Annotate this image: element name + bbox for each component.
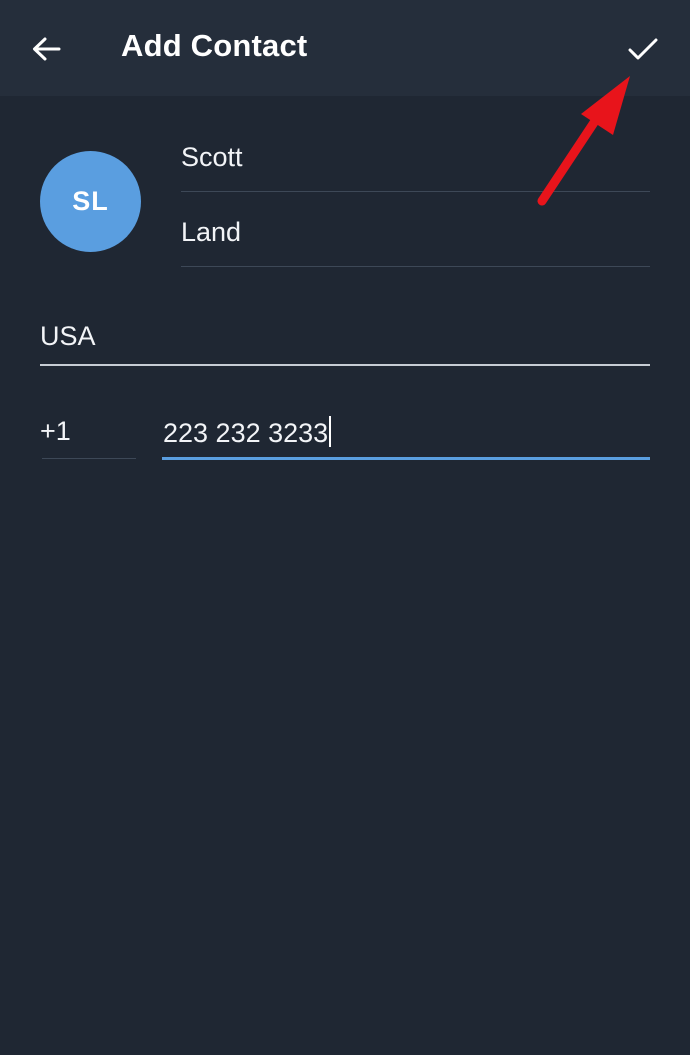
phone-number-underline — [162, 457, 650, 460]
checkmark-icon — [628, 38, 658, 60]
save-contact-button[interactable] — [614, 24, 672, 74]
last-name-value: Land — [181, 217, 242, 247]
first-name-underline — [181, 191, 650, 192]
country-underline — [40, 364, 650, 366]
add-contact-screen: Add Contact SL Scott Land USA +1 223 232… — [0, 0, 690, 1055]
country-code-underline — [42, 458, 136, 459]
back-button[interactable] — [18, 24, 74, 74]
last-name-underline — [181, 266, 650, 267]
phone-number-field[interactable]: 223 232 3233 — [162, 410, 650, 460]
phone-number-text: 223 232 3233 — [163, 416, 332, 449]
country-code-value: +1 — [40, 416, 71, 446]
top-app-bar: Add Contact — [0, 0, 690, 96]
text-cursor — [329, 416, 332, 447]
country-value: USA — [40, 321, 96, 351]
page-title: Add Contact — [121, 28, 308, 63]
first-name-field[interactable]: Scott — [181, 135, 650, 192]
arrow-left-icon — [33, 37, 61, 61]
first-name-value: Scott — [181, 142, 243, 172]
country-selector[interactable]: USA — [40, 316, 650, 366]
country-code-field[interactable]: +1 — [40, 410, 136, 459]
last-name-field[interactable]: Land — [181, 210, 650, 267]
phone-number-value: 223 232 3233 — [163, 418, 329, 448]
avatar[interactable]: SL — [40, 151, 141, 252]
